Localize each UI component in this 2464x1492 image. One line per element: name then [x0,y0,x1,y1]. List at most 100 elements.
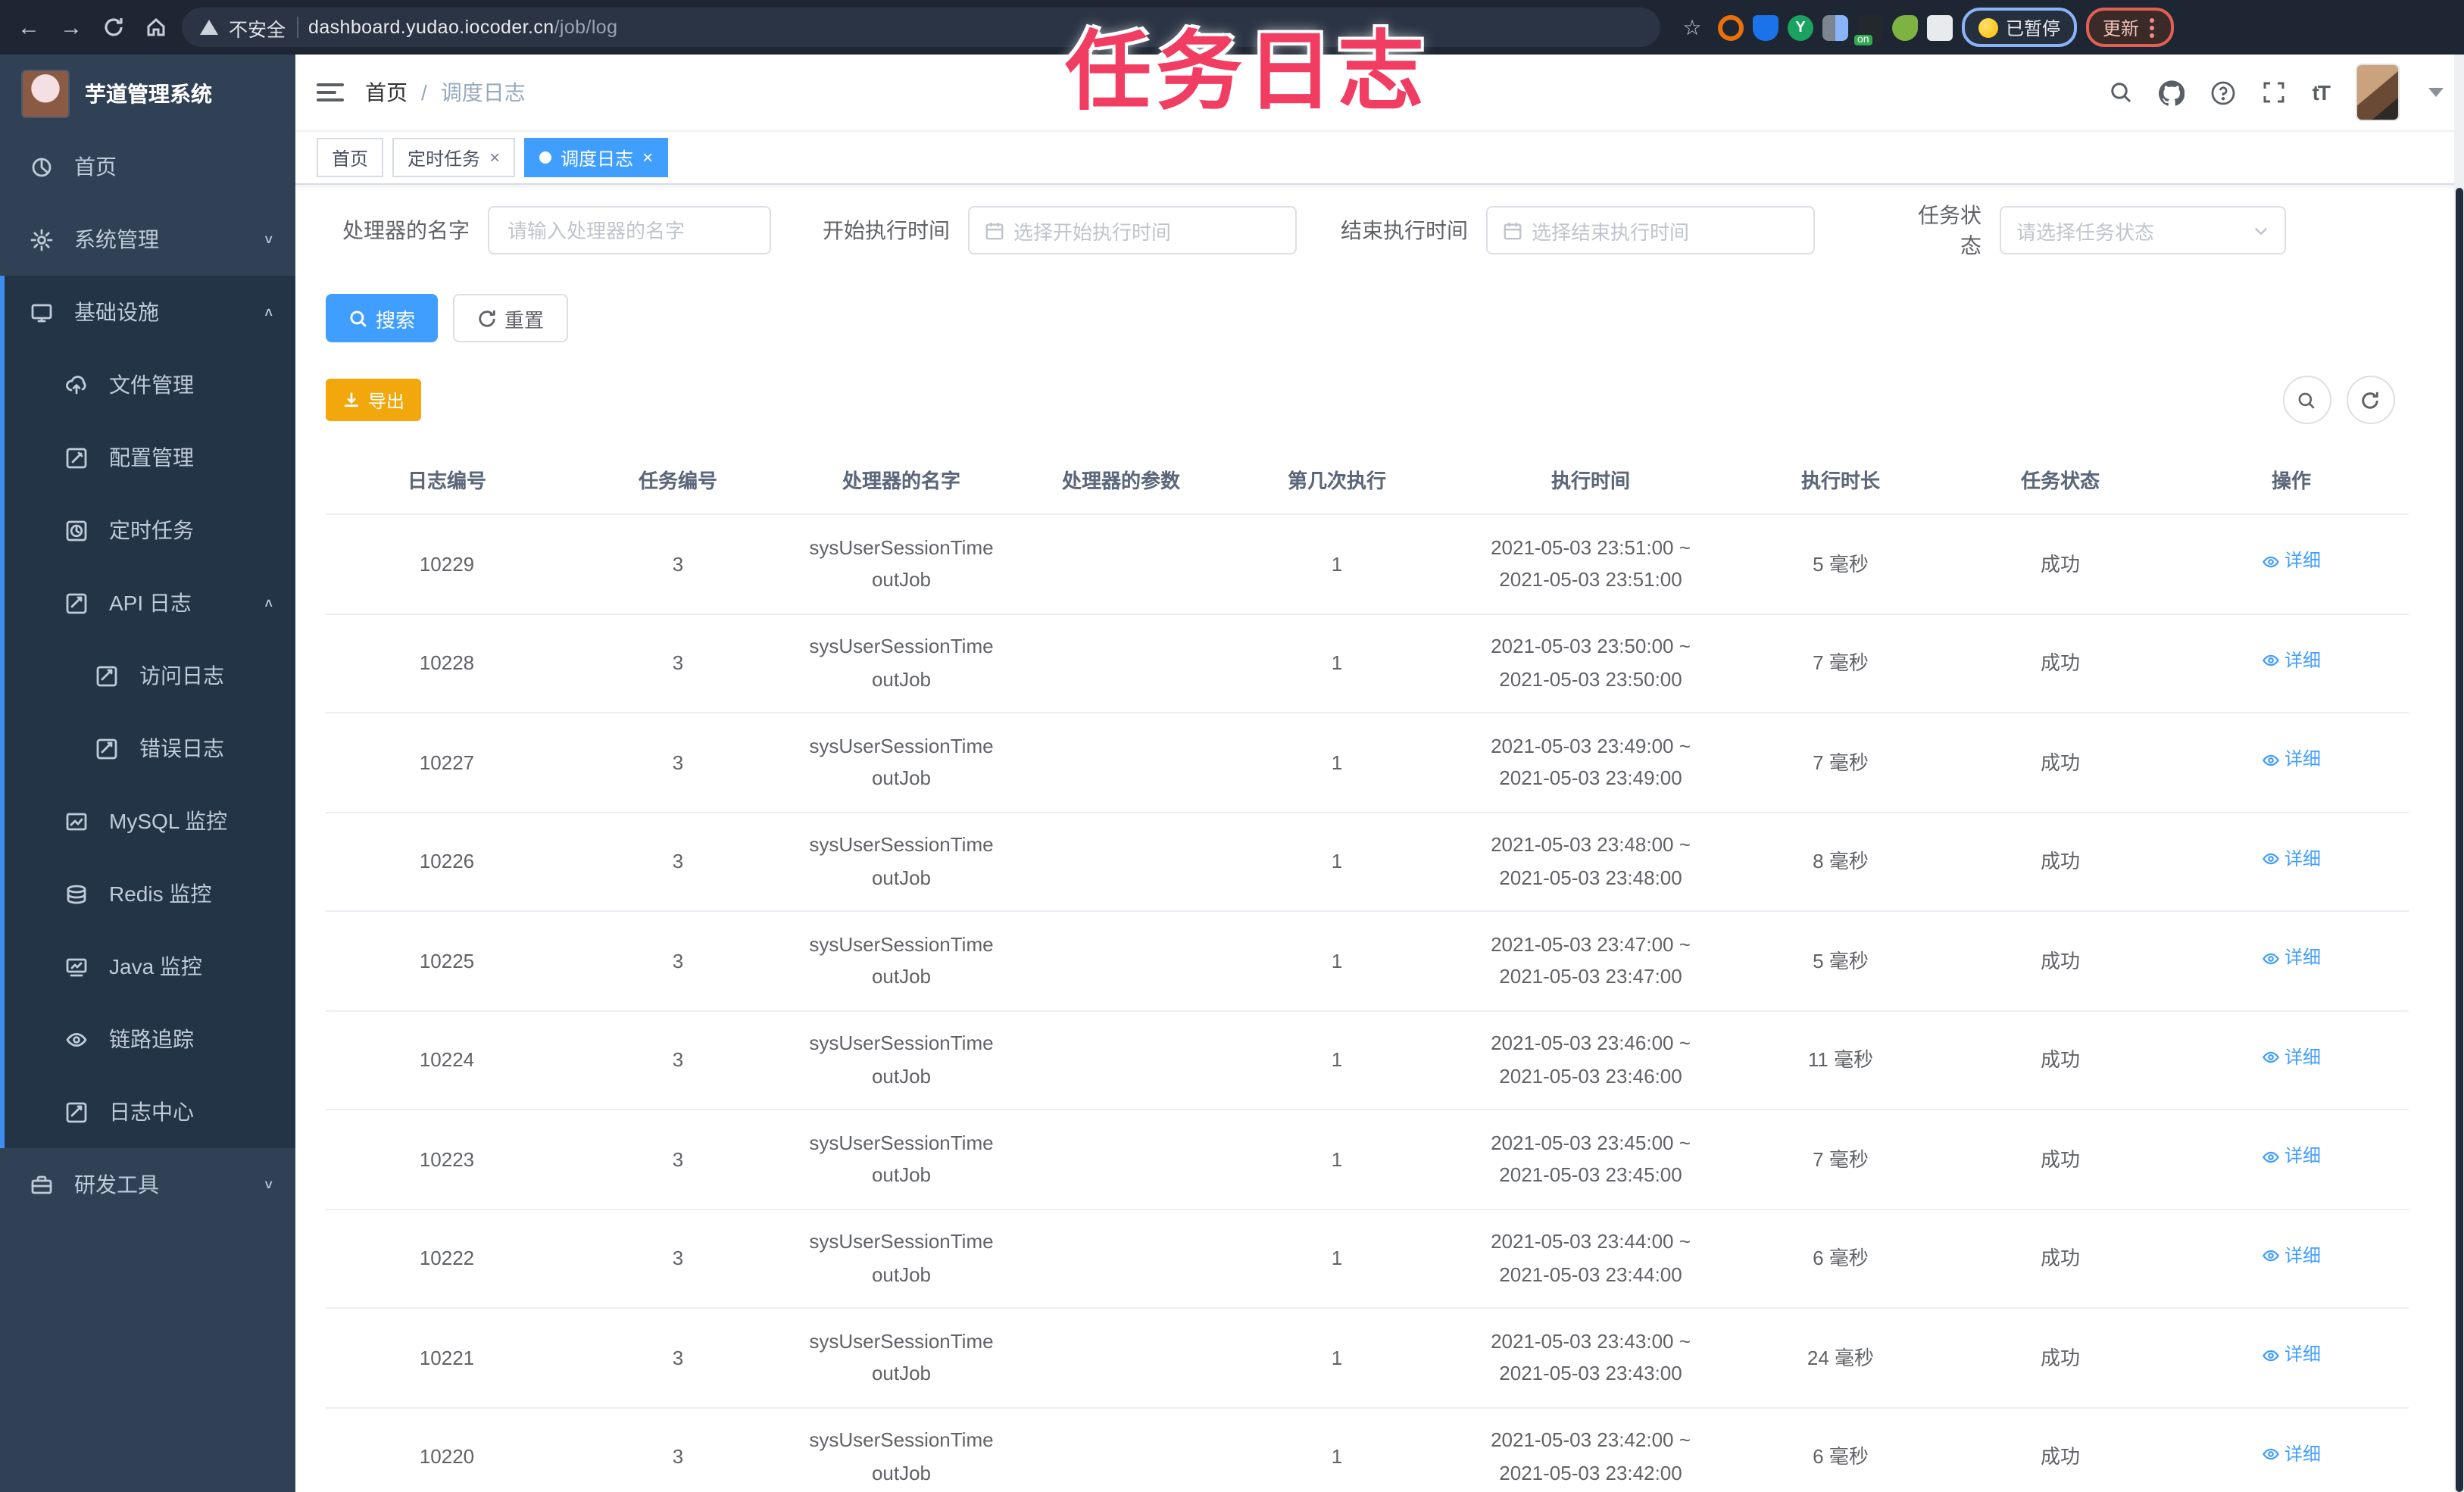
sidebar-logo[interactable]: 芋道管理系统 [0,55,295,130]
profile-paused-pill[interactable]: 已暂停 [1962,8,2078,47]
sidebar-item-trace[interactable]: 链路追踪 [5,1003,295,1075]
help-icon[interactable] [2211,80,2237,105]
access-log-icon [95,664,118,687]
handler-input[interactable] [488,206,771,254]
cell-log-id: 10226 [419,850,475,873]
tab-job[interactable]: 定时任务 × [392,138,516,177]
page-scrollbar[interactable] [2453,55,2464,1492]
annotation-title: 任务日志 [1065,24,1429,121]
search-button[interactable]: 搜索 [326,294,439,342]
detail-link[interactable]: 详细 [2262,1241,2321,1272]
sidebar-item-mysql[interactable]: MySQL 监控 [5,785,295,857]
font-size-icon[interactable]: tT [2313,80,2331,105]
extension-icon-1[interactable] [1718,14,1744,40]
handler-input-field[interactable] [504,217,754,243]
export-button[interactable]: 导出 [326,379,422,421]
cloud-upload-icon [65,373,88,396]
omnibox-divider [296,17,298,38]
sidebar-item-access-log[interactable]: 访问日志 [5,639,295,712]
cell-job-id: 3 [672,850,684,873]
chevron-up-icon: ∧ [263,305,274,319]
detail-link[interactable]: 详细 [2262,745,2321,776]
cell-duration: 5 毫秒 [1813,552,1869,576]
collapse-menu-icon[interactable] [317,83,344,101]
tags-view-bar: 首页 定时任务 × 调度日志 × [295,132,2464,185]
detail-link[interactable]: 详细 [2262,1142,2321,1172]
gear-icon [30,228,53,251]
tab-home[interactable]: 首页 [317,138,384,177]
cell-action: 详细 [2174,1043,2409,1077]
sidebar-item-job[interactable]: 定时任务 [5,494,295,567]
security-label[interactable]: 不安全 [229,13,286,42]
cell-status: 成功 [2040,1247,2080,1270]
cell-count: 1 [1331,651,1343,675]
reload-icon[interactable] [97,11,130,44]
search-form: 处理器的名字 开始执行时间 选择开始执行时间 结束执行时间 选择 [326,203,2437,258]
refresh-button[interactable] [2346,376,2394,424]
close-icon[interactable]: × [642,147,653,168]
cell-time: 2021-05-03 23:49:00 ~2021-05-03 23:49:00 [1491,734,1691,790]
extension-icon-4[interactable] [1822,14,1848,40]
forward-icon[interactable]: → [55,11,88,44]
sidebar-item-log-center[interactable]: 日志中心 [5,1075,295,1148]
cell-duration: 6 毫秒 [1813,1445,1869,1469]
cell-handler: sysUserSessionTimeoutJob [809,833,994,889]
detail-link[interactable]: 详细 [2262,547,2321,577]
detail-link[interactable]: 详细 [2262,944,2321,974]
sidebar-item-file[interactable]: 文件管理 [5,348,295,421]
layers-icon [65,882,88,905]
detail-link[interactable]: 详细 [2262,646,2321,676]
close-icon[interactable]: × [489,147,500,168]
column-header: 执行时间 [1551,470,1630,492]
sidebar-item-home[interactable]: 首页 [0,130,295,203]
sidebar-item-api-log[interactable]: API 日志 ∧ [5,567,295,639]
security-warning-icon[interactable] [200,20,218,35]
url-text[interactable]: dashboard.yudao.iocoder.cn/job/log [308,17,617,38]
user-avatar[interactable] [2355,64,2399,121]
breadcrumb-home[interactable]: 首页 [365,77,408,108]
navbar-right: tT [2110,64,2443,121]
sidebar-item-redis[interactable]: Redis 监控 [5,857,295,930]
tab-job-log[interactable]: 调度日志 × [524,138,669,177]
search-icon[interactable] [2110,80,2134,105]
home-icon[interactable] [139,11,173,44]
sidebar-item-java[interactable]: Java 监控 [5,930,295,1003]
cell-handler: sysUserSessionTimeoutJob [809,1230,994,1286]
back-icon[interactable]: ← [12,11,45,44]
cell-time: 2021-05-03 23:44:00 ~2021-05-03 23:44:00 [1491,1230,1691,1286]
extension-icon-3[interactable]: Y [1788,14,1813,40]
reset-button[interactable]: 重置 [453,294,569,342]
toggle-search-button[interactable] [2282,376,2331,424]
cell-log-id: 10224 [419,1048,475,1072]
bookmark-star-icon[interactable]: ☆ [1675,11,1709,44]
cell-status: 成功 [2040,751,2080,774]
sidebar-item-system[interactable]: 系统管理 ∨ [0,203,295,276]
cell-log-id: 10225 [419,949,475,972]
scrollbar-thumb[interactable] [2455,188,2462,1492]
begin-time-picker[interactable]: 选择开始执行时间 [968,206,1297,254]
chrome-update-button[interactable]: 更新 [2086,8,2175,47]
extension-icon-6[interactable] [1892,14,1918,40]
github-icon[interactable] [2159,80,2185,105]
detail-link[interactable]: 详细 [2262,1440,2321,1470]
detail-link[interactable]: 详细 [2262,1043,2321,1073]
fullscreen-icon[interactable] [2263,80,2287,105]
address-bar[interactable]: 不安全 dashboard.yudao.iocoder.cn/job/log [182,8,1660,47]
sidebar-item-infrastructure[interactable]: 基础设施 ∧ [5,276,295,348]
cell-status: 成功 [2040,552,2080,576]
sidebar-item-error-log[interactable]: 错误日志 [5,712,295,785]
user-menu-caret-icon[interactable] [2428,88,2443,97]
extension-icon-2[interactable] [1753,14,1779,40]
sidebar-item-config[interactable]: 配置管理 [5,421,295,494]
browser-menu-icon[interactable] [2150,17,2155,37]
status-select[interactable]: 请选择任务状态 [2000,206,2286,254]
extensions-puzzle-icon[interactable] [1927,14,1953,40]
cell-duration: 7 毫秒 [1813,1147,1869,1171]
extension-icon-5[interactable] [1854,14,1883,45]
sidebar-item-dev-tools[interactable]: 研发工具 ∨ [0,1148,295,1221]
cell-log-id: 10220 [419,1445,475,1469]
detail-link[interactable]: 详细 [2262,844,2321,875]
cell-duration: 7 毫秒 [1813,751,1869,774]
end-time-picker[interactable]: 选择结束执行时间 [1486,206,1815,254]
detail-link[interactable]: 详细 [2262,1341,2321,1371]
